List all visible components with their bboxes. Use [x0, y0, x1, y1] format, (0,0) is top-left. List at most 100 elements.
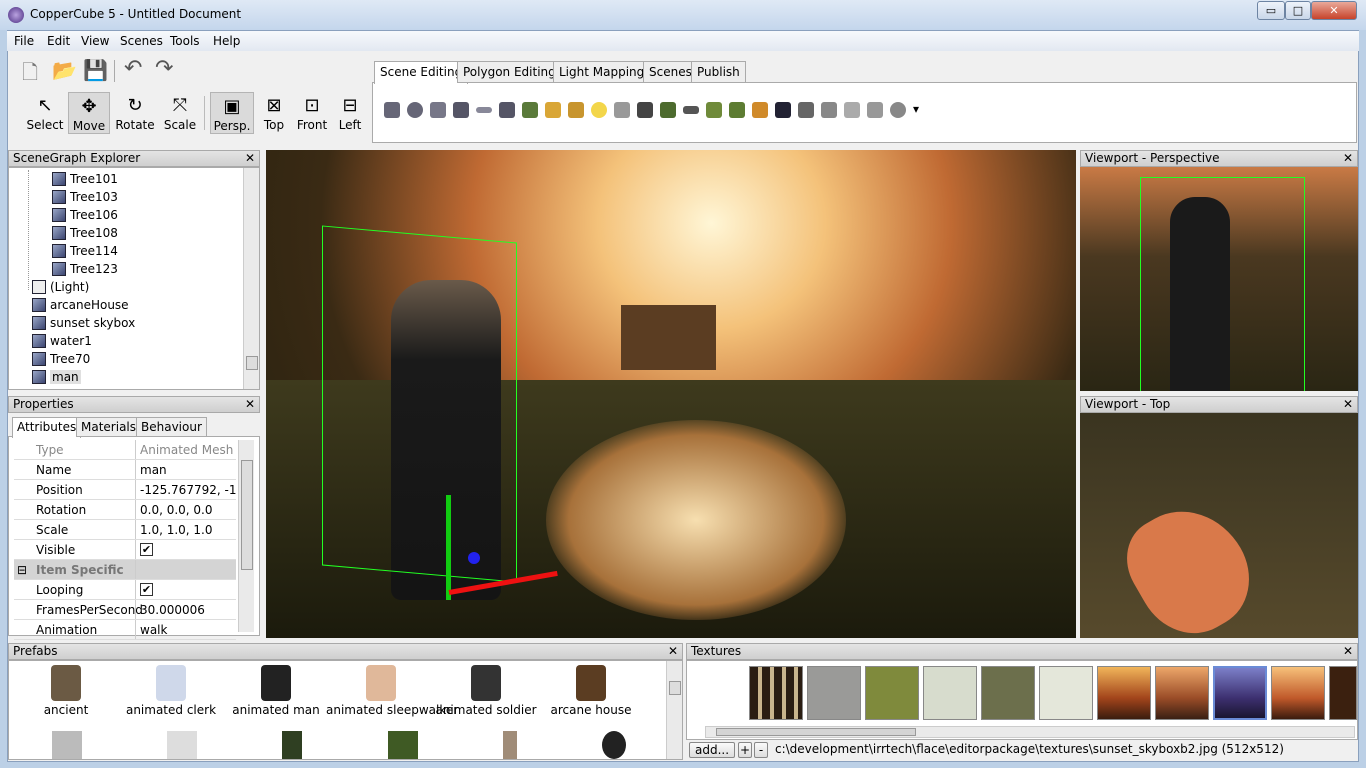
tab-light-mapping[interactable]: Light Mapping: [553, 61, 650, 83]
tree-icon[interactable]: [660, 102, 676, 118]
texture-thumb[interactable]: [1097, 666, 1151, 720]
select-tool-button[interactable]: ↖Select: [24, 92, 66, 134]
new-file-icon[interactable]: 🗋: [22, 58, 38, 92]
checkbox[interactable]: ✔: [140, 543, 153, 556]
tab-publish[interactable]: Publish: [691, 61, 746, 83]
property-value[interactable]: -125.767792, -1.660: [136, 480, 236, 499]
scale-tool-button[interactable]: ⤧Scale: [159, 92, 201, 134]
menu-file[interactable]: File: [14, 34, 34, 48]
texture-thumb[interactable]: [981, 666, 1035, 720]
sound-icon[interactable]: [798, 102, 814, 118]
tree-node[interactable]: water1: [32, 332, 92, 350]
maximize-button[interactable]: □: [1285, 1, 1311, 20]
scrollbar[interactable]: [666, 661, 682, 759]
tree-node[interactable]: sunset skybox: [32, 314, 135, 332]
view-front-button[interactable]: ⊡Front: [291, 92, 333, 134]
tree-node[interactable]: (Light): [32, 278, 89, 296]
path-icon[interactable]: [752, 102, 768, 118]
scrollbar[interactable]: [238, 440, 254, 632]
close-button[interactable]: ✕: [1311, 1, 1357, 20]
tree-node[interactable]: arcaneHouse: [32, 296, 129, 314]
cylinder-icon[interactable]: [430, 102, 446, 118]
hierarchy-icon[interactable]: [844, 102, 860, 118]
tab-attributes[interactable]: Attributes: [12, 417, 81, 438]
prefab-thumb-tree[interactable]: [503, 731, 517, 759]
prefab-item[interactable]: animated clerk: [116, 665, 226, 717]
viewport-top[interactable]: [1080, 413, 1358, 638]
water-icon[interactable]: [683, 106, 699, 114]
mesh-icon[interactable]: [499, 102, 515, 118]
tree-node[interactable]: Tree106: [52, 206, 118, 224]
plant-icon[interactable]: [706, 102, 722, 118]
close-panel-button[interactable]: ✕: [1343, 151, 1353, 166]
import-icon[interactable]: [545, 102, 561, 118]
prefab-item[interactable]: animated man: [221, 665, 331, 717]
tree-node[interactable]: Tree123: [52, 260, 118, 278]
plane-icon[interactable]: [476, 107, 492, 113]
texture-thumb[interactable]: [1329, 666, 1357, 720]
tree-node[interactable]: man: [32, 368, 81, 386]
zoom-out-button[interactable]: -: [754, 742, 768, 758]
texture-thumb[interactable]: [749, 666, 803, 720]
import-house-icon[interactable]: [568, 102, 584, 118]
prefab-item[interactable]: animated soldier: [431, 665, 541, 717]
prefab-thumb-smoke[interactable]: [602, 731, 626, 759]
prefab-item[interactable]: animated sleepwalker: [326, 665, 436, 717]
skybox-icon[interactable]: [775, 102, 791, 118]
tab-materials[interactable]: Materials: [76, 417, 141, 437]
texture-thumb[interactable]: [1039, 666, 1093, 720]
tree-node[interactable]: Tree114: [52, 242, 118, 260]
particles-icon[interactable]: [614, 102, 630, 118]
cube-icon[interactable]: [384, 102, 400, 118]
prefab-thumb-chair[interactable]: [52, 731, 82, 759]
prefab-item[interactable]: ancient: [11, 665, 121, 717]
texture-thumb-selected[interactable]: [1213, 666, 1267, 720]
tree-node[interactable]: Tree103: [52, 188, 118, 206]
checkbox[interactable]: ✔: [140, 583, 153, 596]
gizmo-y-axis[interactable]: [446, 495, 451, 600]
move-tool-button[interactable]: ✥Move: [68, 92, 110, 134]
property-value[interactable]: man: [136, 460, 236, 479]
collapse-group-icon[interactable]: ⊟: [17, 563, 27, 577]
undo-icon[interactable]: ↶: [124, 56, 142, 81]
tree-node[interactable]: Tree108: [52, 224, 118, 242]
3d-text-icon[interactable]: [890, 102, 906, 118]
tab-scene-editing[interactable]: Scene Editing: [374, 61, 468, 84]
node-path-icon[interactable]: [821, 102, 837, 118]
light-icon[interactable]: [591, 102, 607, 118]
tab-polygon-editing[interactable]: Polygon Editing: [457, 61, 562, 83]
close-panel-button[interactable]: ✕: [245, 151, 255, 166]
menu-view[interactable]: View: [81, 34, 109, 48]
camera-icon[interactable]: [637, 102, 653, 118]
zoom-in-button[interactable]: +: [738, 742, 752, 758]
gizmo-z-axis[interactable]: [468, 552, 480, 564]
save-icon[interactable]: 💾: [83, 58, 108, 82]
tree-node[interactable]: Tree70: [32, 350, 90, 368]
sphere-icon[interactable]: [407, 102, 423, 118]
viewport-perspective[interactable]: [1080, 167, 1358, 391]
2d-overlay-icon[interactable]: [867, 102, 883, 118]
texture-thumb[interactable]: [1271, 666, 1325, 720]
main-3d-viewport[interactable]: [266, 150, 1076, 638]
menu-help[interactable]: Help: [213, 34, 240, 48]
close-panel-button[interactable]: ✕: [1343, 644, 1353, 659]
close-panel-button[interactable]: ✕: [668, 644, 678, 659]
menu-tools[interactable]: Tools: [170, 34, 200, 48]
redo-icon[interactable]: ↷: [155, 56, 173, 81]
terrain-icon[interactable]: [522, 102, 538, 118]
rotate-tool-button[interactable]: ↻Rotate: [114, 92, 156, 134]
more-icon[interactable]: ▾: [913, 102, 929, 118]
close-panel-button[interactable]: ✕: [1343, 397, 1353, 412]
textures-scrollbar[interactable]: [705, 726, 1355, 738]
property-value[interactable]: 1.0, 1.0, 1.0: [136, 520, 236, 539]
open-folder-icon[interactable]: 📂: [52, 58, 77, 82]
close-panel-button[interactable]: ✕: [245, 397, 255, 412]
menu-edit[interactable]: Edit: [47, 34, 70, 48]
prefab-item[interactable]: arcane house: [536, 665, 646, 717]
prefab-thumb-tree[interactable]: [282, 731, 302, 759]
texture-thumb[interactable]: [865, 666, 919, 720]
texture-thumb[interactable]: [923, 666, 977, 720]
cone-icon[interactable]: [453, 102, 469, 118]
minimize-button[interactable]: ▭: [1257, 1, 1285, 20]
add-texture-button[interactable]: add...: [689, 742, 735, 758]
